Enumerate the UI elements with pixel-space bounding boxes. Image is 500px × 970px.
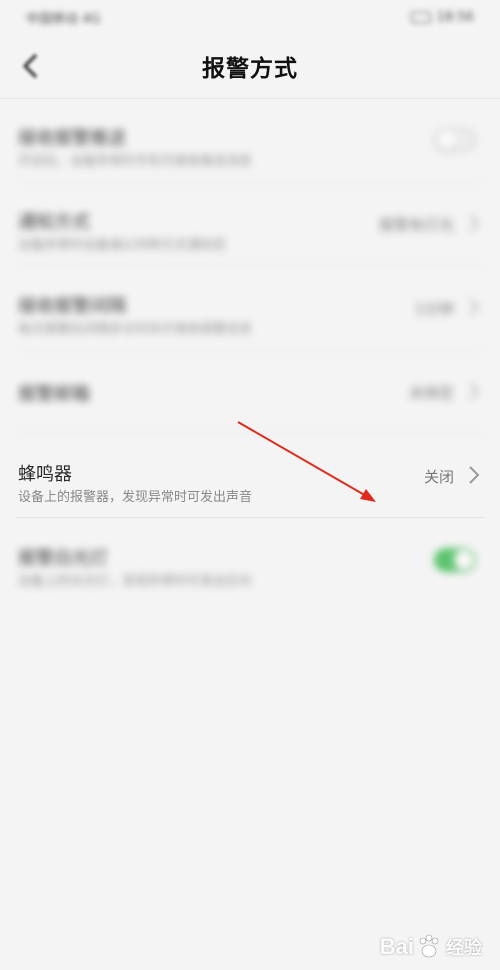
row-title: 接收报警间隔 bbox=[18, 296, 126, 317]
chevron-right-icon bbox=[469, 382, 480, 400]
chevron-right-icon bbox=[469, 298, 480, 316]
row-title: 通知方式 bbox=[18, 212, 90, 233]
row-alarm-email[interactable]: 报警邮箱 未绑定 bbox=[16, 350, 484, 434]
row-title: 接收报警推送 bbox=[18, 128, 126, 149]
status-right: 18:56 bbox=[410, 9, 474, 25]
row-value: 报警有灯光 bbox=[378, 216, 454, 234]
row-value: 未绑定 bbox=[408, 384, 454, 402]
row-title: 蜂鸣器 bbox=[18, 464, 72, 485]
battery-icon bbox=[410, 11, 431, 23]
toggle-knob bbox=[454, 550, 474, 570]
carrier-text: 中国移动 4G bbox=[26, 11, 101, 27]
white-light-toggle[interactable] bbox=[434, 548, 476, 572]
toggle-knob bbox=[437, 130, 457, 150]
paw-logo-icon bbox=[419, 934, 439, 958]
watermark-suffix: 经验 bbox=[446, 938, 482, 958]
row-subtitle: 设备异常时设备端以何种方式通知您 bbox=[18, 238, 227, 253]
clock-text: 18:56 bbox=[436, 9, 474, 25]
row-receive-push[interactable]: 接收报警推送 开启后，设备异常时手机可接收推送消息 bbox=[16, 98, 484, 182]
watermark: Bai 经验 bbox=[380, 934, 482, 960]
row-subtitle: 设备上的白光灯，发现异常时可发出白光 bbox=[18, 574, 253, 589]
header: 报警方式 bbox=[0, 34, 500, 99]
row-value: 1分钟 bbox=[414, 300, 454, 318]
watermark-brand: Bai bbox=[379, 934, 414, 959]
row-subtitle: 设备上的报警器，发现异常时可发出声音 bbox=[18, 490, 253, 505]
row-subtitle: 每次报警后间隔多长时间才接收报警信息 bbox=[18, 322, 253, 337]
row-alarm-interval[interactable]: 接收报警间隔 每次报警后间隔多长时间才接收报警信息 1分钟 bbox=[16, 266, 484, 350]
row-title: 报警白光灯 bbox=[18, 548, 108, 569]
chevron-right-icon bbox=[469, 466, 480, 484]
row-title: 报警邮箱 bbox=[18, 384, 90, 405]
status-bar: 中国移动 4G 18:56 bbox=[0, 0, 500, 34]
chevron-left-icon bbox=[23, 54, 37, 78]
page-title: 报警方式 bbox=[202, 56, 298, 82]
row-buzzer[interactable]: 蜂鸣器 设备上的报警器，发现异常时可发出声音 关闭 bbox=[16, 434, 484, 518]
push-toggle[interactable] bbox=[434, 128, 476, 152]
row-notify-method[interactable]: 通知方式 设备异常时设备端以何种方式通知您 报警有灯光 bbox=[16, 182, 484, 266]
row-subtitle: 开启后，设备异常时手机可接收推送消息 bbox=[18, 154, 253, 169]
row-value: 关闭 bbox=[423, 468, 454, 486]
row-white-light[interactable]: 报警白光灯 设备上的白光灯，发现异常时可发出白光 bbox=[16, 518, 484, 602]
settings-list: 接收报警推送 开启后，设备异常时手机可接收推送消息 通知方式 设备异常时设备端以… bbox=[0, 98, 500, 602]
back-button[interactable] bbox=[14, 50, 46, 82]
chevron-right-icon bbox=[469, 214, 480, 232]
